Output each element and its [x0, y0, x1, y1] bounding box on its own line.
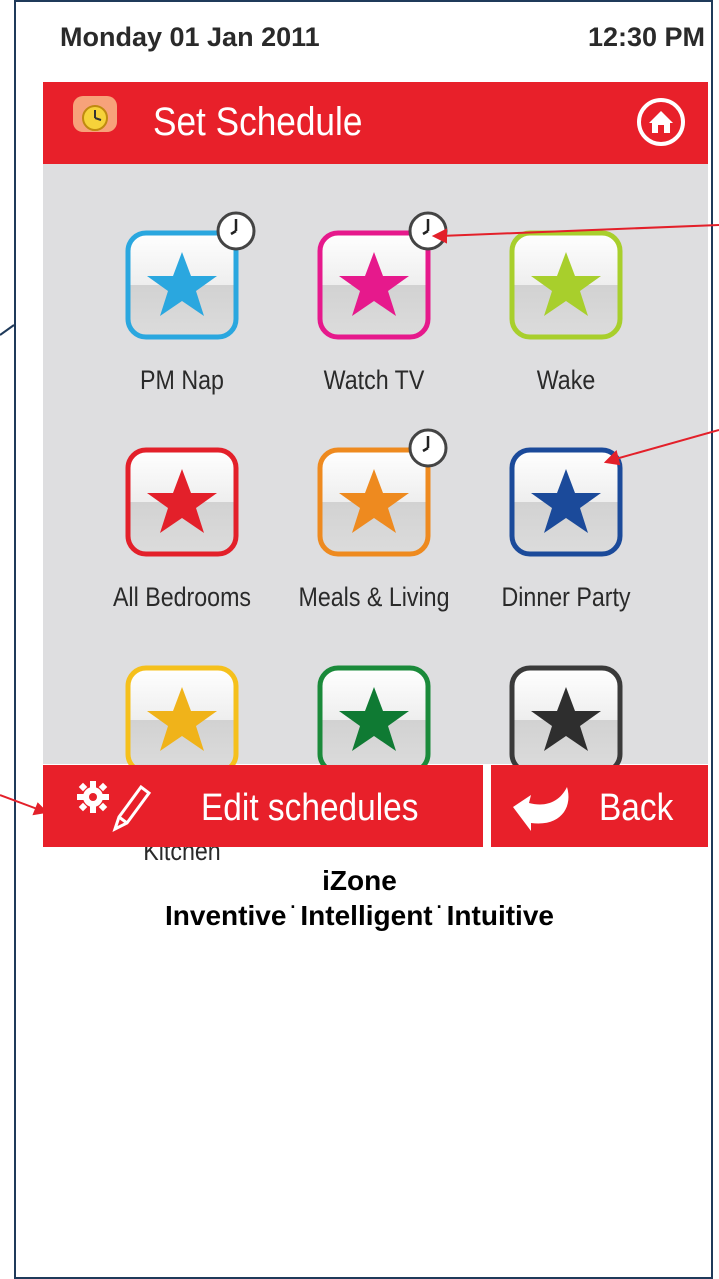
back-label: Back	[599, 787, 674, 829]
tagline-separator: ·	[436, 897, 443, 917]
back-button[interactable]: Back	[491, 765, 708, 847]
tagline-word-3: Intuitive	[446, 900, 554, 931]
tagline-word-1: Inventive	[165, 900, 287, 931]
annotation-arrows	[0, 224, 719, 816]
tagline-word-2: Intelligent	[300, 900, 433, 931]
back-arrow-icon	[513, 787, 569, 831]
brand-tagline: Inventive · Intelligent · Intuitive	[0, 897, 719, 932]
edit-schedules-label: Edit schedules	[201, 787, 419, 829]
brand-name: iZone	[322, 865, 397, 896]
edit-schedules-button[interactable]: Edit schedules	[43, 765, 483, 847]
gear-pencil-icon	[77, 781, 152, 832]
tagline-separator: ·	[290, 897, 297, 917]
